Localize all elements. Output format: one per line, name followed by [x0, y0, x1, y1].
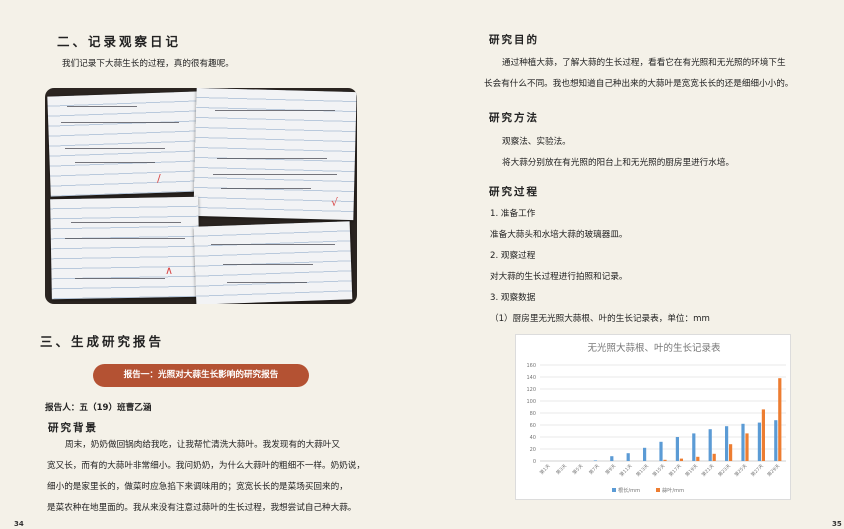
background-line: 是菜农种在地里面的。我从来没有注意过蒜叶的生长过程，我想尝试自己种大蒜。	[47, 503, 357, 513]
report-banner: 报告一：光照对大蒜生长影响的研究报告	[93, 364, 309, 387]
x-tick-label: 第11天	[618, 462, 634, 478]
method-line: 观察法、实验法。	[502, 137, 571, 147]
x-tick-label: 第3天	[554, 462, 568, 476]
bar-leaf	[778, 378, 782, 461]
x-tick-label: 第19天	[684, 462, 700, 478]
process-line: 对大蒜的生长过程进行拍照和记录。	[490, 272, 628, 282]
bar-root	[593, 460, 597, 461]
y-tick-label: 100	[526, 399, 536, 405]
process-text: 1. 准备工作 准备大蒜头和水培大蒜的玻璃器皿。 2. 观察过程 对大蒜的生长过…	[490, 204, 820, 330]
page-number-right: 35	[832, 520, 842, 528]
x-tick-label: 第17天	[667, 462, 683, 478]
background-text: 周末，奶奶做回锅肉给我吃，让我帮忙清洗大蒜叶。我发现有的大蒜叶又 宽又长，而有的…	[47, 435, 367, 519]
bar-root	[725, 426, 729, 461]
process-line: 准备大蒜头和水培大蒜的玻璃器皿。	[490, 230, 628, 240]
bar-root	[708, 429, 712, 461]
legend-swatch	[612, 488, 616, 492]
background-title: 研究背景	[48, 422, 98, 434]
purpose-title: 研究目的	[489, 34, 539, 46]
growth-chart-svg: 无光照大蒜根、叶的生长记录表 0 20 40 60 80 100 120 140 160 第1天 第3…	[526, 342, 786, 494]
bar-leaf	[729, 444, 733, 461]
method-line: 将大蒜分别放在有光照的阳台上和无光照的厨房里进行水培。	[502, 158, 735, 168]
x-tick-label: 第7天	[587, 462, 601, 476]
legend-label: 蒜叶/mm	[662, 486, 684, 494]
y-tick-label: 80	[530, 411, 536, 417]
chart-title: 无光照大蒜根、叶的生长记录表	[587, 342, 721, 354]
x-tick-label: 第9天	[604, 462, 618, 476]
growth-chart: 无光照大蒜根、叶的生长记录表 0 20 40 60 80 100 120 140 160 第1天 第3…	[515, 334, 791, 500]
page-number-left: 34	[14, 520, 24, 528]
bar-leaf	[712, 453, 716, 461]
y-tick-label: 60	[530, 423, 536, 429]
bar-root	[675, 437, 679, 461]
bar-leaf	[663, 459, 667, 461]
reporter: 报告人：五（19）班曹乙涵	[45, 403, 152, 413]
background-line: 细小的是家里长的，做菜时应急掐下来调味用的；宽宽长长的是菜场买回来的，	[47, 482, 348, 492]
bar-root	[659, 441, 663, 461]
y-tick-label: 0	[533, 459, 536, 465]
x-tick-label: 第13天	[634, 462, 650, 478]
y-tick-label: 160	[526, 363, 536, 369]
process-line: 1. 准备工作	[490, 209, 536, 219]
bar-root	[774, 420, 778, 461]
x-tick-label: 第1天	[538, 462, 552, 476]
section-2-text: 我们记录下大蒜生长的过程，真的很有趣呢。	[62, 59, 234, 69]
section-2-title: 二、记录观察日记	[57, 34, 182, 49]
y-tick-label: 40	[530, 435, 536, 441]
y-tick-label: 140	[526, 375, 536, 381]
legend-label: 根长/mm	[618, 486, 640, 494]
x-tick-label: 第21天	[700, 462, 716, 478]
purpose-line: 通过种植大蒜，了解大蒜的生长过程，看看它在有光照和无光照的环境下生	[502, 58, 786, 68]
process-line: （1）厨房里无光照大蒜根、叶的生长记录表，单位：mm	[490, 314, 710, 324]
purpose-text: 通过种植大蒜，了解大蒜的生长过程，看看它在有光照和无光照的环境下生 长会有什么不…	[484, 53, 824, 95]
bar-leaf	[761, 409, 765, 461]
x-tick-label: 第15天	[651, 462, 667, 478]
x-tick-label: 第5天	[571, 462, 585, 476]
bar-leaf	[745, 433, 749, 461]
bar-root	[741, 423, 745, 461]
process-title: 研究过程	[489, 186, 539, 198]
background-line: 宽又长，而有的大蒜叶非常细小。我问奶奶，为什么大蒜叶的粗细不一样。奶奶说，	[47, 461, 365, 471]
bar-root	[643, 447, 647, 461]
process-line: 3. 观察数据	[490, 293, 536, 303]
legend-swatch	[656, 488, 660, 492]
bar-root	[692, 433, 696, 461]
y-tick-label: 120	[526, 387, 536, 393]
bar-leaf	[679, 458, 683, 461]
method-title: 研究方法	[489, 112, 539, 124]
x-tick-label: 第27天	[749, 462, 765, 478]
method-text: 观察法、实验法。 将大蒜分别放在有光照的阳台上和无光照的厨房里进行水培。	[502, 132, 822, 174]
diary-photo: / √ ∧	[45, 88, 357, 304]
bar-leaf	[696, 456, 700, 461]
background-line: 周末，奶奶做回锅肉给我吃，让我帮忙清洗大蒜叶。我发现有的大蒜叶又	[65, 440, 341, 450]
bar-root	[626, 453, 630, 461]
section-3-title: 三、生成研究报告	[40, 334, 165, 349]
purpose-line: 长会有什么不同。我也想知道自己种出来的大蒜叶是宽宽长长的还是细细小小的。	[484, 79, 794, 89]
bar-root	[757, 422, 761, 461]
x-tick-label: 第29天	[766, 462, 782, 478]
x-tick-label: 第25天	[733, 462, 749, 478]
x-tick-label: 第23天	[716, 462, 732, 478]
process-line: 2. 观察过程	[490, 251, 536, 261]
y-tick-label: 20	[530, 447, 536, 453]
bar-root	[610, 456, 614, 461]
